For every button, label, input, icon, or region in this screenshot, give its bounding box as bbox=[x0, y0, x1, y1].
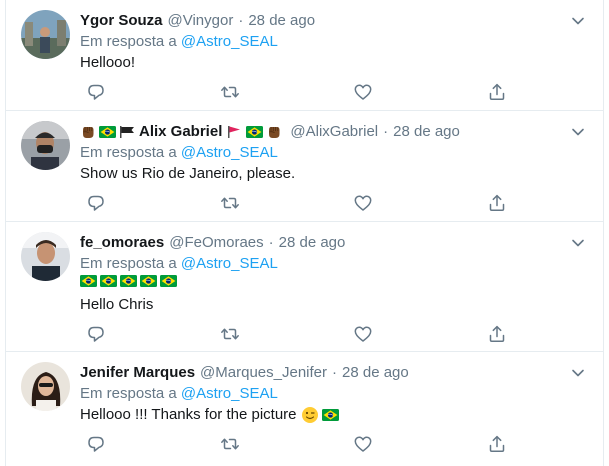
user-handle[interactable]: @Marques_Jenifer bbox=[200, 363, 327, 383]
tweet-actions bbox=[80, 193, 510, 213]
separator-dot: · bbox=[332, 364, 337, 381]
separator-dot: · bbox=[238, 12, 244, 29]
tweet-date[interactable]: 28 de ago bbox=[279, 233, 346, 253]
tweet-text: Hello Chris bbox=[80, 295, 153, 315]
brazil-flag-icon bbox=[80, 275, 97, 287]
tweet[interactable]: fe_omoraes @FeOmoraes · 28 de ago Em res… bbox=[6, 222, 603, 352]
tweet-text-content: Hellooo! bbox=[80, 54, 136, 71]
tweet-date[interactable]: 28 de ago bbox=[393, 122, 460, 142]
like-icon[interactable] bbox=[353, 82, 373, 102]
raised-fist-dark-icon bbox=[266, 124, 282, 140]
display-name[interactable]: fe_omoraes bbox=[80, 233, 164, 253]
avatar[interactable] bbox=[21, 232, 70, 281]
reply-context: Em resposta a @Astro_SEAL bbox=[80, 254, 278, 274]
mention-link[interactable]: @Astro_SEAL bbox=[181, 33, 278, 50]
retweet-icon[interactable] bbox=[220, 434, 240, 454]
avatar[interactable] bbox=[21, 10, 70, 59]
tweet-header: Ygor Souza @Vinygor · 28 de ago bbox=[80, 11, 315, 31]
tweet-header: Alix Gabriel @AlixGabriel · 28 de ago bbox=[80, 122, 460, 142]
share-icon[interactable] bbox=[487, 82, 507, 102]
separator-dot: · bbox=[383, 123, 389, 140]
display-name[interactable]: Jenifer Marques bbox=[80, 363, 195, 383]
brazil-flag-icon bbox=[160, 275, 177, 287]
brazil-flag-icon bbox=[99, 126, 116, 138]
chevron-down-icon[interactable] bbox=[571, 127, 585, 137]
retweet-icon[interactable] bbox=[220, 324, 240, 344]
reply-icon[interactable] bbox=[86, 193, 106, 213]
chevron-down-icon[interactable] bbox=[571, 16, 585, 26]
tweet-text: Hellooo !!! Thanks for the picture bbox=[80, 405, 342, 425]
replies-feed: Ygor Souza @Vinygor · 28 de ago Em respo… bbox=[5, 0, 604, 466]
brazil-flag-icon bbox=[100, 275, 117, 287]
tweet-text-content: Show us Rio de Janeiro, please. bbox=[80, 165, 296, 182]
red-flag-icon bbox=[228, 126, 241, 138]
tweet-header: Jenifer Marques @Marques_Jenifer · 28 de… bbox=[80, 363, 409, 383]
tweet-actions bbox=[80, 434, 510, 454]
user-handle[interactable]: @AlixGabriel bbox=[290, 122, 378, 142]
reply-icon[interactable] bbox=[86, 434, 106, 454]
display-name[interactable]: Ygor Souza bbox=[80, 11, 163, 31]
tweet-date[interactable]: 28 de ago bbox=[342, 363, 409, 383]
raised-fist-dark-icon bbox=[80, 124, 96, 140]
like-icon[interactable] bbox=[353, 434, 373, 454]
tweet-text-content: Hello Chris bbox=[80, 296, 154, 313]
user-handle[interactable]: @Vinygor bbox=[168, 11, 234, 31]
brazil-flag-icon bbox=[140, 275, 157, 287]
tweet-text-content: Hellooo !!! Thanks for the picture bbox=[80, 406, 297, 423]
reply-icon[interactable] bbox=[86, 324, 106, 344]
tweet-text: Hellooo! bbox=[80, 53, 135, 73]
avatar[interactable] bbox=[21, 362, 70, 411]
share-icon[interactable] bbox=[487, 324, 507, 344]
tweet-flags-line bbox=[80, 275, 180, 287]
reply-context: Em resposta a @Astro_SEAL bbox=[80, 384, 278, 404]
tweet-text: Show us Rio de Janeiro, please. bbox=[80, 164, 295, 184]
reply-prefix: Em resposta a bbox=[80, 33, 177, 50]
tweet-actions bbox=[80, 82, 510, 102]
reply-prefix: Em resposta a bbox=[80, 144, 177, 161]
share-icon[interactable] bbox=[487, 193, 507, 213]
like-icon[interactable] bbox=[353, 193, 373, 213]
tweet-header: fe_omoraes @FeOmoraes · 28 de ago bbox=[80, 233, 345, 253]
winking-face-icon bbox=[301, 407, 318, 423]
tweet-actions bbox=[80, 324, 510, 344]
mention-link[interactable]: @Astro_SEAL bbox=[181, 385, 278, 402]
mention-link[interactable]: @Astro_SEAL bbox=[181, 144, 278, 161]
user-handle[interactable]: @FeOmoraes bbox=[169, 233, 263, 253]
chevron-down-icon[interactable] bbox=[571, 368, 585, 378]
separator-dot: · bbox=[268, 234, 274, 251]
reply-icon[interactable] bbox=[86, 82, 106, 102]
share-icon[interactable] bbox=[487, 434, 507, 454]
chevron-down-icon[interactable] bbox=[571, 238, 585, 248]
reply-prefix: Em resposta a bbox=[80, 385, 177, 402]
brazil-flag-icon bbox=[120, 275, 137, 287]
mention-link[interactable]: @Astro_SEAL bbox=[181, 255, 278, 272]
reply-context: Em resposta a @Astro_SEAL bbox=[80, 32, 278, 52]
brazil-flag-icon bbox=[246, 126, 263, 138]
tweet-date[interactable]: 28 de ago bbox=[248, 11, 315, 31]
tweet[interactable]: Jenifer Marques @Marques_Jenifer · 28 de… bbox=[6, 352, 603, 466]
tweet[interactable]: Ygor Souza @Vinygor · 28 de ago Em respo… bbox=[6, 0, 603, 111]
reply-prefix: Em resposta a bbox=[80, 255, 177, 272]
tweet[interactable]: Alix Gabriel @AlixGabriel · 28 de ago Em… bbox=[6, 111, 603, 222]
black-flag-icon bbox=[120, 126, 134, 138]
display-name[interactable]: Alix Gabriel bbox=[139, 122, 222, 142]
like-icon[interactable] bbox=[353, 324, 373, 344]
brazil-flag-icon bbox=[322, 409, 339, 421]
retweet-icon[interactable] bbox=[220, 193, 240, 213]
reply-context: Em resposta a @Astro_SEAL bbox=[80, 143, 278, 163]
avatar[interactable] bbox=[21, 121, 70, 170]
retweet-icon[interactable] bbox=[220, 82, 240, 102]
